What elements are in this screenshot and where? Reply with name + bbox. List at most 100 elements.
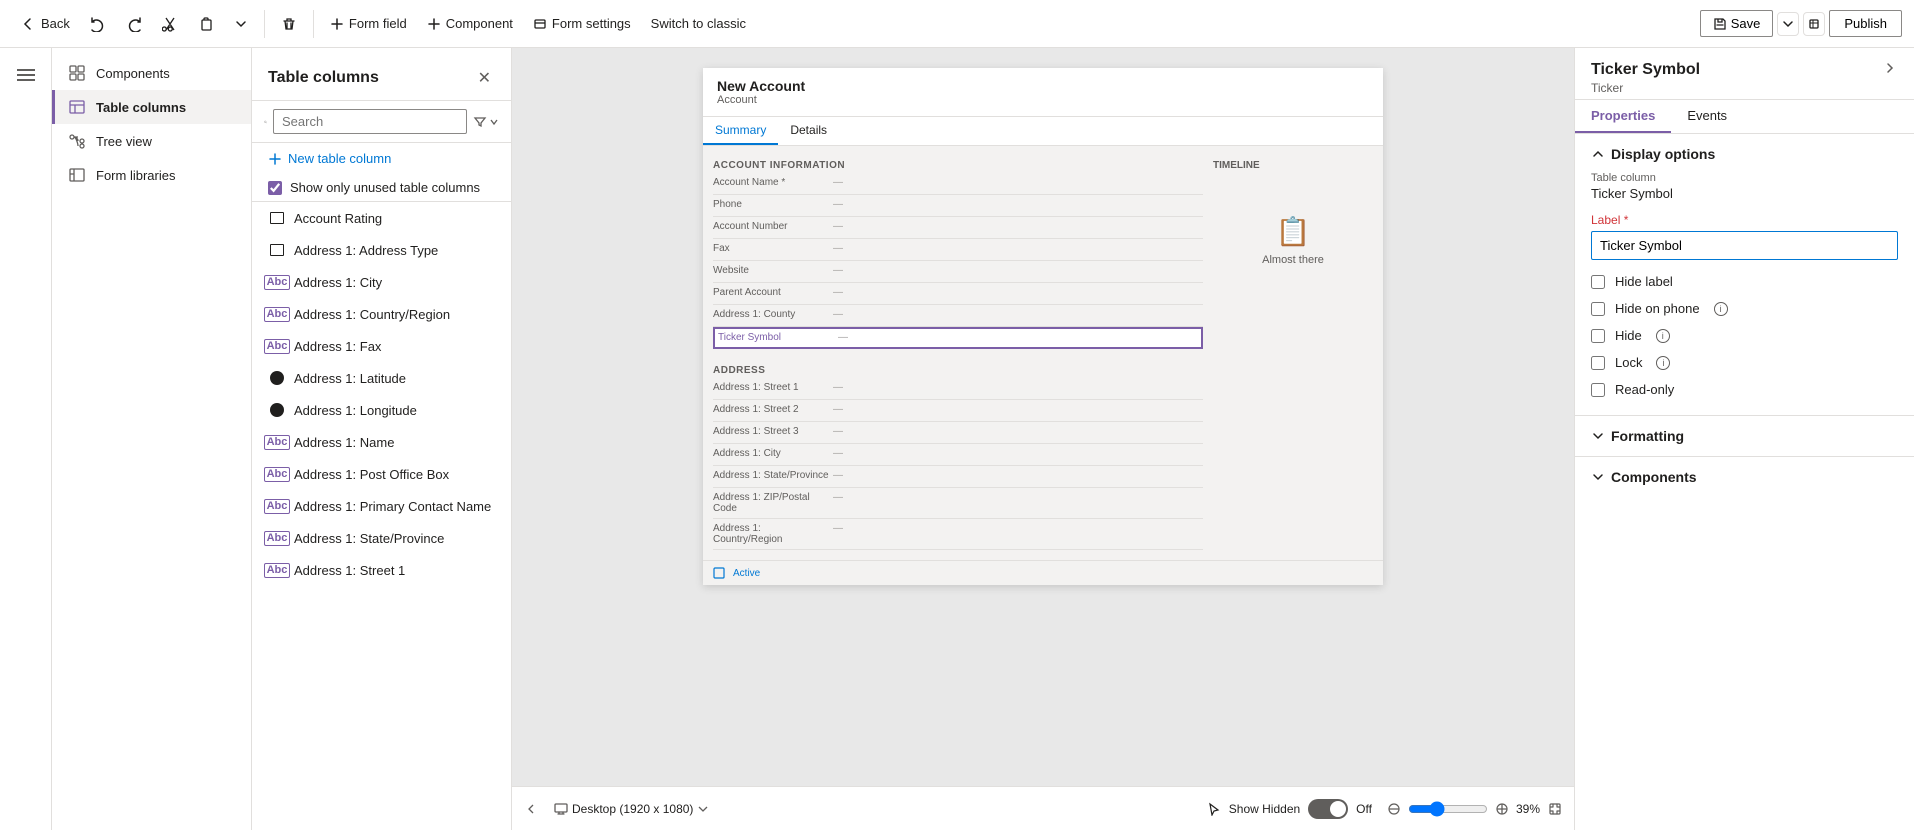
show-unused-row[interactable]: Show only unused table columns xyxy=(252,174,511,202)
column-label: Address 1: Address Type xyxy=(294,243,495,258)
form-row-ticker-symbol[interactable]: Ticker Symbol — xyxy=(713,327,1203,349)
paste-button[interactable] xyxy=(190,12,222,36)
right-panel-tabs: Properties Events xyxy=(1575,100,1914,134)
zoom-in-icon[interactable] xyxy=(1496,803,1508,815)
nav-item-form-libraries[interactable]: Form libraries xyxy=(52,158,251,192)
nav-item-table-columns[interactable]: Table columns xyxy=(52,90,251,124)
form-row-label: Address 1: County xyxy=(713,309,833,322)
panel-title: Table columns xyxy=(268,69,379,87)
redo-icon xyxy=(126,16,142,32)
column-icon-circle-2 xyxy=(268,401,286,419)
column-item-address-name[interactable]: Abc Address 1: Name xyxy=(252,426,511,458)
column-label: Address 1: Primary Contact Name xyxy=(294,499,495,514)
column-item-address-city[interactable]: Abc Address 1: City xyxy=(252,266,511,298)
close-panel-button[interactable]: ✕ xyxy=(474,64,495,92)
table-column-group: Table column Ticker Symbol xyxy=(1591,172,1898,201)
form-main: ACCOUNT INFORMATION Account Name * — Pho… xyxy=(713,156,1203,550)
form-row-label: Website xyxy=(713,265,833,278)
form-field-button[interactable]: Form field xyxy=(322,12,415,35)
form-row-parent-account: Parent Account — xyxy=(713,283,1203,305)
show-hidden-toggle[interactable] xyxy=(1308,799,1348,819)
column-icon-text: Abc xyxy=(268,273,286,291)
formatting-header[interactable]: Formatting xyxy=(1591,428,1898,444)
column-item-address-country[interactable]: Abc Address 1: Country/Region xyxy=(252,298,511,330)
cut-button[interactable] xyxy=(154,12,186,36)
save-dropdown-button[interactable] xyxy=(1777,12,1799,36)
toggle-state: Off xyxy=(1356,802,1372,816)
columns-list: Account Rating Address 1: Address Type A… xyxy=(252,202,511,830)
read-only-checkbox[interactable] xyxy=(1591,383,1605,397)
fit-screen-icon[interactable] xyxy=(1548,802,1562,816)
column-item-address-primary-contact[interactable]: Abc Address 1: Primary Contact Name xyxy=(252,490,511,522)
form-row-label: Address 1: ZIP/Postal Code xyxy=(713,492,833,514)
form-row-label: Address 1: State/Province xyxy=(713,470,833,483)
component-button[interactable]: Component xyxy=(419,12,521,35)
hide-label-checkbox[interactable] xyxy=(1591,275,1605,289)
right-panel: Ticker Symbol Ticker Properties Events D… xyxy=(1574,48,1914,830)
left-sidebar xyxy=(0,48,52,830)
column-item-address-po-box[interactable]: Abc Address 1: Post Office Box xyxy=(252,458,511,490)
form-row-value: — xyxy=(833,382,843,395)
expand-icon xyxy=(1808,18,1820,30)
switch-classic-button[interactable]: Switch to classic xyxy=(643,12,754,35)
lock-option: Lock i xyxy=(1591,349,1898,376)
column-item-address-state[interactable]: Abc Address 1: State/Province xyxy=(252,522,511,554)
undo-button[interactable] xyxy=(82,12,114,36)
save-label: Save xyxy=(1731,16,1761,31)
right-panel-expand-button[interactable] xyxy=(1882,60,1898,79)
form-settings-button[interactable]: Form settings xyxy=(525,12,639,35)
zoom-slider[interactable] xyxy=(1408,801,1488,817)
column-item-address-latitude[interactable]: Address 1: Latitude xyxy=(252,362,511,394)
column-item-address-fax[interactable]: Abc Address 1: Fax ··· xyxy=(252,330,511,362)
zoom-out-icon[interactable] xyxy=(1388,803,1400,815)
show-unused-checkbox[interactable] xyxy=(268,181,282,195)
dropdown-button[interactable] xyxy=(226,13,256,35)
publish-expand-button[interactable] xyxy=(1803,12,1825,36)
read-only-text: Read-only xyxy=(1615,382,1674,397)
column-label: Address 1: Longitude xyxy=(294,403,495,418)
chevron-down-filter-icon xyxy=(489,117,499,127)
lock-info-icon[interactable]: i xyxy=(1656,356,1670,370)
back-button[interactable]: Back xyxy=(12,12,78,36)
form-footer: Active xyxy=(703,560,1383,585)
components-header[interactable]: Components xyxy=(1591,469,1898,485)
form-row-value: — xyxy=(833,492,843,514)
hide-on-phone-info-icon[interactable]: i xyxy=(1714,302,1728,316)
save-button[interactable]: Save xyxy=(1700,10,1774,37)
nav-item-tree-view[interactable]: Tree view xyxy=(52,124,251,158)
redo-button[interactable] xyxy=(118,12,150,36)
column-item-address-type[interactable]: Address 1: Address Type xyxy=(252,234,511,266)
form-row-value: — xyxy=(833,448,843,461)
column-item-address-longitude[interactable]: Address 1: Longitude xyxy=(252,394,511,426)
column-icon-circle xyxy=(268,369,286,387)
form-tab-summary[interactable]: Summary xyxy=(703,117,778,145)
cursor-icon xyxy=(1207,802,1221,816)
plus-icon-new-column xyxy=(268,152,282,166)
column-item-address-street1[interactable]: Abc Address 1: Street 1 xyxy=(252,554,511,586)
lock-checkbox[interactable] xyxy=(1591,356,1605,370)
publish-button[interactable]: Publish xyxy=(1829,10,1902,37)
filter-button[interactable] xyxy=(473,115,499,129)
search-input[interactable] xyxy=(273,109,467,134)
hamburger-button[interactable] xyxy=(9,56,43,94)
form-row-address-county: Address 1: County — xyxy=(713,305,1203,327)
hide-info-icon[interactable]: i xyxy=(1656,329,1670,343)
form-subtitle: Account xyxy=(717,94,1369,106)
form-row-account-number: Account Number — xyxy=(713,217,1203,239)
nav-item-components[interactable]: Components xyxy=(52,56,251,90)
form-tab-details[interactable]: Details xyxy=(778,117,839,145)
display-options-header[interactable]: Display options xyxy=(1591,146,1898,162)
label-input[interactable] xyxy=(1591,231,1898,260)
tab-properties[interactable]: Properties xyxy=(1575,100,1671,133)
hide-on-phone-checkbox[interactable] xyxy=(1591,302,1605,316)
desktop-selector[interactable]: Desktop (1920 x 1080) xyxy=(554,802,709,816)
column-item-account-rating[interactable]: Account Rating xyxy=(252,202,511,234)
new-column-button[interactable]: New table column xyxy=(252,143,511,174)
chevron-down-icon xyxy=(234,17,248,31)
component-label: Component xyxy=(446,16,513,31)
hide-checkbox[interactable] xyxy=(1591,329,1605,343)
tab-events[interactable]: Events xyxy=(1671,100,1743,133)
delete-button[interactable] xyxy=(273,12,305,36)
back-icon xyxy=(20,16,36,32)
show-unused-label: Show only unused table columns xyxy=(290,180,480,195)
